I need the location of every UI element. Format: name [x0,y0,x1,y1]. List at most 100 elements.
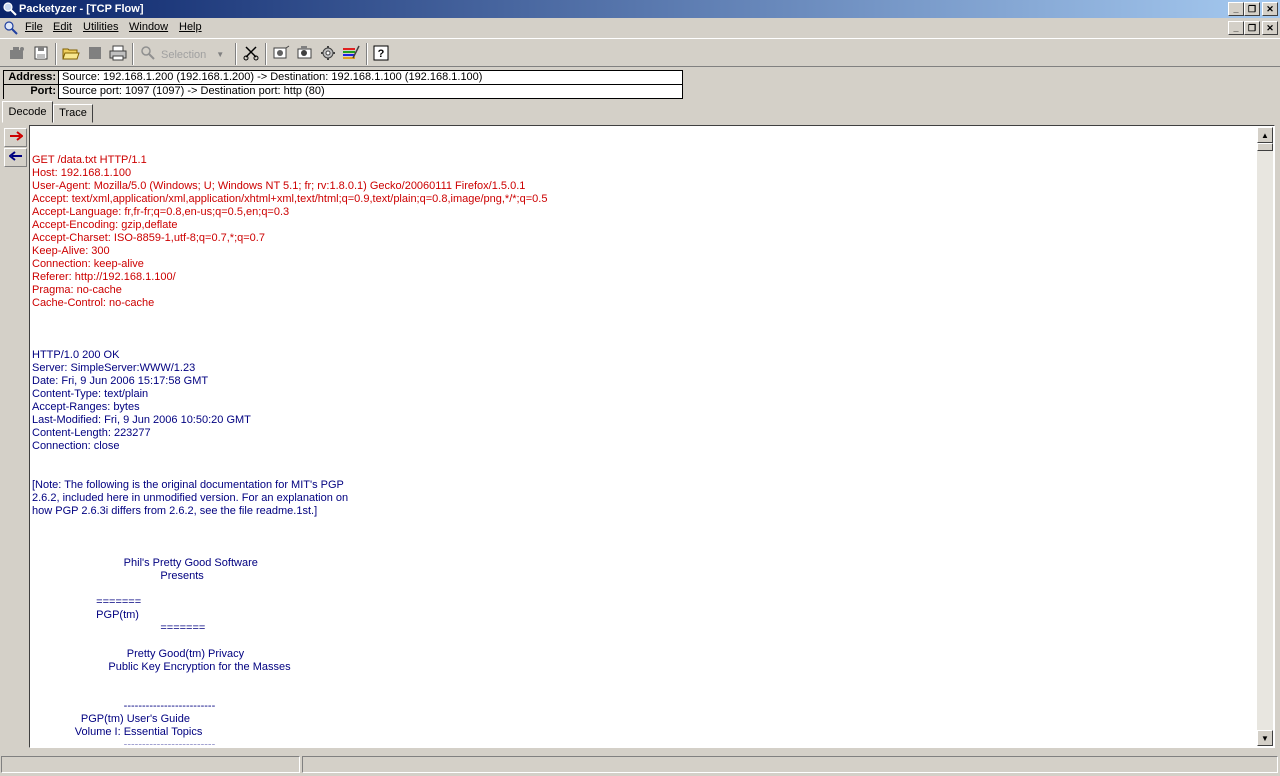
request-line: User-Agent: Mozilla/5.0 (Windows; U; Win… [32,180,526,192]
arrow-right-icon [9,131,24,144]
filter-button[interactable] [270,43,292,65]
response-line: Date: Fri, 9 Jun 2006 15:17:58 GMT [32,375,209,387]
menu-bar: File Edit Utilities Window Help _ ❐ ✕ [0,18,1280,37]
response-line: ------------------------- [32,700,216,712]
settings-button[interactable] [317,43,339,65]
save-button[interactable] [30,43,52,65]
child-close-button[interactable]: ✕ [1262,21,1278,35]
help-icon: ? [373,45,389,64]
response-line: Volume I: Essential Topics [32,726,203,738]
capture-icon [8,45,26,64]
response-line [32,336,1256,349]
response-line: PGP(tm) User's Guide [32,713,190,725]
response-block: HTTP/1.0 200 OK Server: SimpleServer:WWW/… [32,336,1256,745]
status-pane-1 [1,756,300,773]
tab-decode[interactable]: Decode [2,101,53,123]
menu-help-label: Help [179,21,202,33]
capture-button[interactable] [6,43,28,65]
stop-button[interactable] [84,43,106,65]
address-label: Address: [4,71,59,84]
menu-help[interactable]: Help [179,21,202,34]
response-line: Presents [32,570,204,582]
cut-icon [243,45,259,64]
address-value: Source: 192.168.1.200 (192.168.1.200) ->… [62,71,483,83]
color-rules-icon [342,45,360,64]
help-button[interactable]: ? [370,43,392,65]
response-line: Last-Modified: Fri, 9 Jun 2006 10:50:20 … [32,414,251,426]
selection-label: Selection [161,48,207,61]
outgoing-button[interactable] [4,128,27,147]
chevron-down-icon: ▼ [216,50,225,59]
address-row: Address: Source: 192.168.1.200 (192.168.… [4,71,682,85]
request-line: Accept-Charset: ISO-8859-1,utf-8;q=0.7,*… [32,232,265,244]
scroll-down-button[interactable]: ▼ [1257,730,1273,746]
request-line: Connection: keep-alive [32,258,144,270]
response-line: ======= [32,596,142,608]
menu-utilities[interactable]: Utilities [83,21,118,34]
stop-icon [88,46,102,63]
response-line: ======= [32,622,206,634]
toolbar: Selection ▼ ? [0,38,1280,67]
settings-icon [319,45,337,64]
menu-window[interactable]: Window [129,21,168,34]
response-line [32,583,1256,596]
arrow-left-icon [7,151,23,164]
response-line: Pretty Good(tm) Privacy [32,648,245,660]
tab-trace[interactable]: Trace [53,104,93,123]
direction-icons [3,126,28,746]
find-icon [140,45,156,64]
child-restore-button[interactable]: ❐ [1244,21,1260,35]
port-row: Port: Source port: 1097 (1097) -> Destin… [4,85,682,99]
response-line: Content-Length: 223277 [32,427,151,439]
cut-button[interactable] [240,43,262,65]
request-line: Referer: http://192.168.1.100/ [32,271,176,283]
svg-text:?: ? [378,48,385,60]
save-icon [33,45,49,64]
open-button[interactable] [60,43,82,65]
response-line: Server: SimpleServer:WWW/1.23 [32,362,196,374]
request-line: Accept-Language: fr,fr-fr;q=0.8,en-us;q=… [32,206,290,218]
request-line: Keep-Alive: 300 [32,245,110,257]
restore-button[interactable]: ❐ [1244,2,1260,16]
response-line [32,531,1256,544]
status-bar [0,754,1280,774]
chevron-up-icon: ▲ [1261,130,1269,140]
open-folder-icon [62,45,80,64]
response-line [32,453,1256,466]
flow-content[interactable]: GET /data.txt HTTP/1.1 Host: 192.168.1.10… [29,125,1275,748]
response-line: Phil's Pretty Good Software [32,557,258,569]
print-button[interactable] [107,43,129,65]
color-rules-button[interactable] [340,43,362,65]
menu-window-label: Window [129,21,169,33]
incoming-button[interactable] [4,148,27,167]
decode-button[interactable] [294,43,316,65]
scroll-thumb[interactable] [1257,143,1273,151]
child-minimize-button[interactable]: _ [1228,21,1244,35]
request-line: Accept: text/xml,application/xml,applica… [32,193,548,205]
response-line: [Note: The following is the original doc… [32,479,344,491]
response-line: Content-Type: text/plain [32,388,149,400]
print-icon [109,45,127,64]
scroll-up-button[interactable]: ▲ [1257,127,1273,143]
vertical-scrollbar[interactable]: ▲ ▼ [1257,127,1273,746]
minimize-button[interactable]: _ [1228,2,1244,16]
find-button[interactable] [137,43,159,65]
close-button[interactable]: ✕ [1262,2,1278,16]
menu-edit[interactable]: Edit [53,21,72,34]
decode-icon [296,45,314,64]
response-line: how PGP 2.6.3i differs from 2.6.2, see t… [32,505,318,517]
request-line: Accept-Encoding: gzip,deflate [32,219,178,231]
response-line: Public Key Encryption for the Masses [32,661,291,673]
selection-combo[interactable]: Selection ▼ [161,46,233,63]
response-line [32,687,1256,700]
response-line: Accept-Ranges: bytes [32,401,140,413]
document-icon[interactable] [3,20,19,35]
filter-icon [272,45,290,64]
menu-edit-label: Edit [53,21,72,33]
title-bar: Packetyzer - [TCP Flow] _ ❐ ✕ [0,0,1280,18]
menu-file[interactable]: File [25,21,43,34]
response-line [32,544,1256,557]
response-line [32,635,1256,648]
port-label: Port: [4,85,59,99]
response-line: PGP(tm) [32,609,139,621]
